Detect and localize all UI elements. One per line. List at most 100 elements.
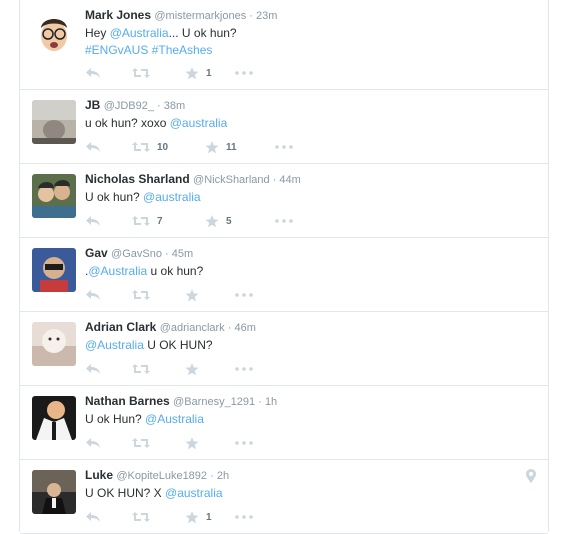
timestamp[interactable]: 23m — [256, 10, 277, 22]
favorite-count: 1 — [206, 67, 212, 79]
more-button[interactable] — [275, 140, 293, 154]
favorite-button[interactable]: 11 — [205, 140, 237, 154]
tweet-header: Mark Jones @mistermarkjones · 23m — [85, 7, 536, 24]
mention-link[interactable]: @australia — [170, 116, 228, 130]
retweet-button[interactable] — [132, 66, 150, 80]
timestamp[interactable]: 45m — [172, 248, 193, 260]
tweet-text-segment: u ok hun? xoxo — [85, 116, 170, 130]
favorite-button[interactable]: 1 — [185, 510, 212, 524]
more-button[interactable] — [235, 288, 253, 302]
reply-button[interactable] — [85, 436, 101, 450]
mention-link[interactable]: @Australia — [85, 338, 144, 352]
tweet[interactable]: Luke @KopiteLuke1892 · 2h U OK HUN? X @au… — [20, 460, 548, 534]
tweet[interactable]: Gav @GavSno · 45m .@Australia u ok hun? — [20, 238, 548, 312]
avatar[interactable] — [32, 174, 76, 218]
star-icon — [185, 362, 199, 375]
tweet[interactable]: Nicholas Sharland @NickSharland · 44m U o… — [20, 164, 548, 238]
user-fullname[interactable]: Mark Jones — [85, 8, 151, 22]
user-handle[interactable]: @mistermarkjones — [154, 10, 246, 22]
avatar[interactable] — [32, 322, 76, 366]
user-fullname[interactable]: Adrian Clark — [85, 320, 156, 334]
star-icon — [185, 66, 199, 79]
mention-link[interactable]: @Australia — [145, 412, 204, 426]
tweet-content: Mark Jones @mistermarkjones · 23m Hey @Au… — [85, 7, 536, 58]
favorite-button[interactable]: 1 — [185, 66, 212, 80]
more-icon — [275, 219, 293, 223]
timestamp[interactable]: 44m — [279, 174, 300, 186]
reply-button[interactable] — [85, 66, 101, 80]
reply-button[interactable] — [85, 214, 101, 228]
reply-icon — [86, 512, 100, 522]
more-button[interactable] — [235, 362, 253, 376]
time-separator: · — [161, 248, 172, 260]
tweet-text-segment: ... U ok hun? — [168, 26, 237, 40]
more-button[interactable] — [275, 214, 293, 228]
user-handle[interactable]: @Barnesy_1291 — [173, 396, 255, 408]
star-icon — [205, 214, 219, 227]
more-button[interactable] — [235, 66, 253, 80]
favorite-button[interactable] — [185, 288, 199, 302]
location-pin-button[interactable] — [526, 469, 536, 488]
mention-link[interactable]: @Australia — [88, 264, 147, 278]
tweet-actions — [85, 362, 305, 376]
tweet-text-segment: U OK HUN? X — [85, 486, 166, 500]
retweet-button[interactable]: 7 — [132, 214, 163, 228]
tweet-text-segment: U ok Hun? — [85, 412, 146, 426]
timestamp[interactable]: 46m — [234, 322, 255, 334]
more-button[interactable] — [235, 510, 253, 524]
user-handle[interactable]: @NickSharland — [193, 174, 270, 186]
reply-button[interactable] — [85, 510, 101, 524]
user-fullname[interactable]: Nicholas Sharland — [85, 172, 190, 186]
avatar[interactable] — [32, 470, 76, 514]
user-handle[interactable]: @KopiteLuke1892 — [116, 470, 207, 482]
favorite-button[interactable] — [185, 362, 199, 376]
time-separator: · — [224, 322, 235, 334]
tweet-text: U ok Hun? @Australia — [85, 411, 536, 427]
avatar[interactable] — [32, 100, 76, 144]
timestamp[interactable]: 1h — [265, 396, 277, 408]
avatar[interactable] — [32, 10, 76, 54]
user-handle[interactable]: @adrianclark — [160, 322, 225, 334]
reply-button[interactable] — [85, 288, 101, 302]
more-button[interactable] — [235, 436, 253, 450]
retweet-icon — [132, 364, 150, 374]
user-fullname[interactable]: Gav — [85, 246, 108, 260]
mention-link[interactable]: @australia — [143, 190, 201, 204]
user-handle[interactable]: @GavSno — [111, 248, 162, 260]
favorite-button[interactable] — [185, 436, 199, 450]
tweet-feed: Mark Jones @mistermarkjones · 23m Hey @Au… — [19, 0, 549, 534]
user-fullname[interactable]: Nathan Barnes — [85, 394, 170, 408]
retweet-button[interactable] — [132, 436, 150, 450]
tweet[interactable]: Nathan Barnes @Barnesy_1291 · 1h U ok Hun… — [20, 386, 548, 460]
retweet-button[interactable] — [132, 510, 150, 524]
tweet-text: U ok hun? @australia — [85, 189, 536, 205]
retweet-button[interactable]: 10 — [132, 140, 168, 154]
more-icon — [235, 71, 253, 75]
reply-button[interactable] — [85, 362, 101, 376]
reply-button[interactable] — [85, 140, 101, 154]
avatar[interactable] — [32, 248, 76, 292]
favorite-button[interactable]: 5 — [205, 214, 232, 228]
more-icon — [275, 145, 293, 149]
user-fullname[interactable]: JB — [85, 98, 100, 112]
retweet-button[interactable] — [132, 288, 150, 302]
mention-link[interactable]: @Australia — [110, 26, 169, 40]
tweet-actions: 75 — [85, 214, 305, 228]
avatar[interactable] — [32, 396, 76, 440]
hashtag-link[interactable]: #ENGvAUS — [85, 43, 148, 57]
mention-link[interactable]: @australia — [165, 486, 223, 500]
user-handle[interactable]: @JDB92_ — [104, 100, 154, 112]
location-pin-icon[interactable] — [526, 469, 536, 483]
tweet-header: Luke @KopiteLuke1892 · 2h — [85, 467, 536, 484]
tweet-header: Gav @GavSno · 45m — [85, 245, 536, 262]
time-separator: · — [154, 100, 164, 112]
star-icon — [185, 288, 199, 301]
tweet[interactable]: Mark Jones @mistermarkjones · 23m Hey @Au… — [20, 0, 548, 90]
retweet-button[interactable] — [132, 362, 150, 376]
timestamp[interactable]: 38m — [164, 100, 185, 112]
tweet[interactable]: Adrian Clark @adrianclark · 46m @Australi… — [20, 312, 548, 386]
hashtag-link[interactable]: #TheAshes — [152, 43, 213, 57]
user-fullname[interactable]: Luke — [85, 468, 113, 482]
timestamp[interactable]: 2h — [217, 470, 229, 482]
tweet[interactable]: JB @JDB92_ · 38m u ok hun? xoxo @australi… — [20, 90, 548, 164]
